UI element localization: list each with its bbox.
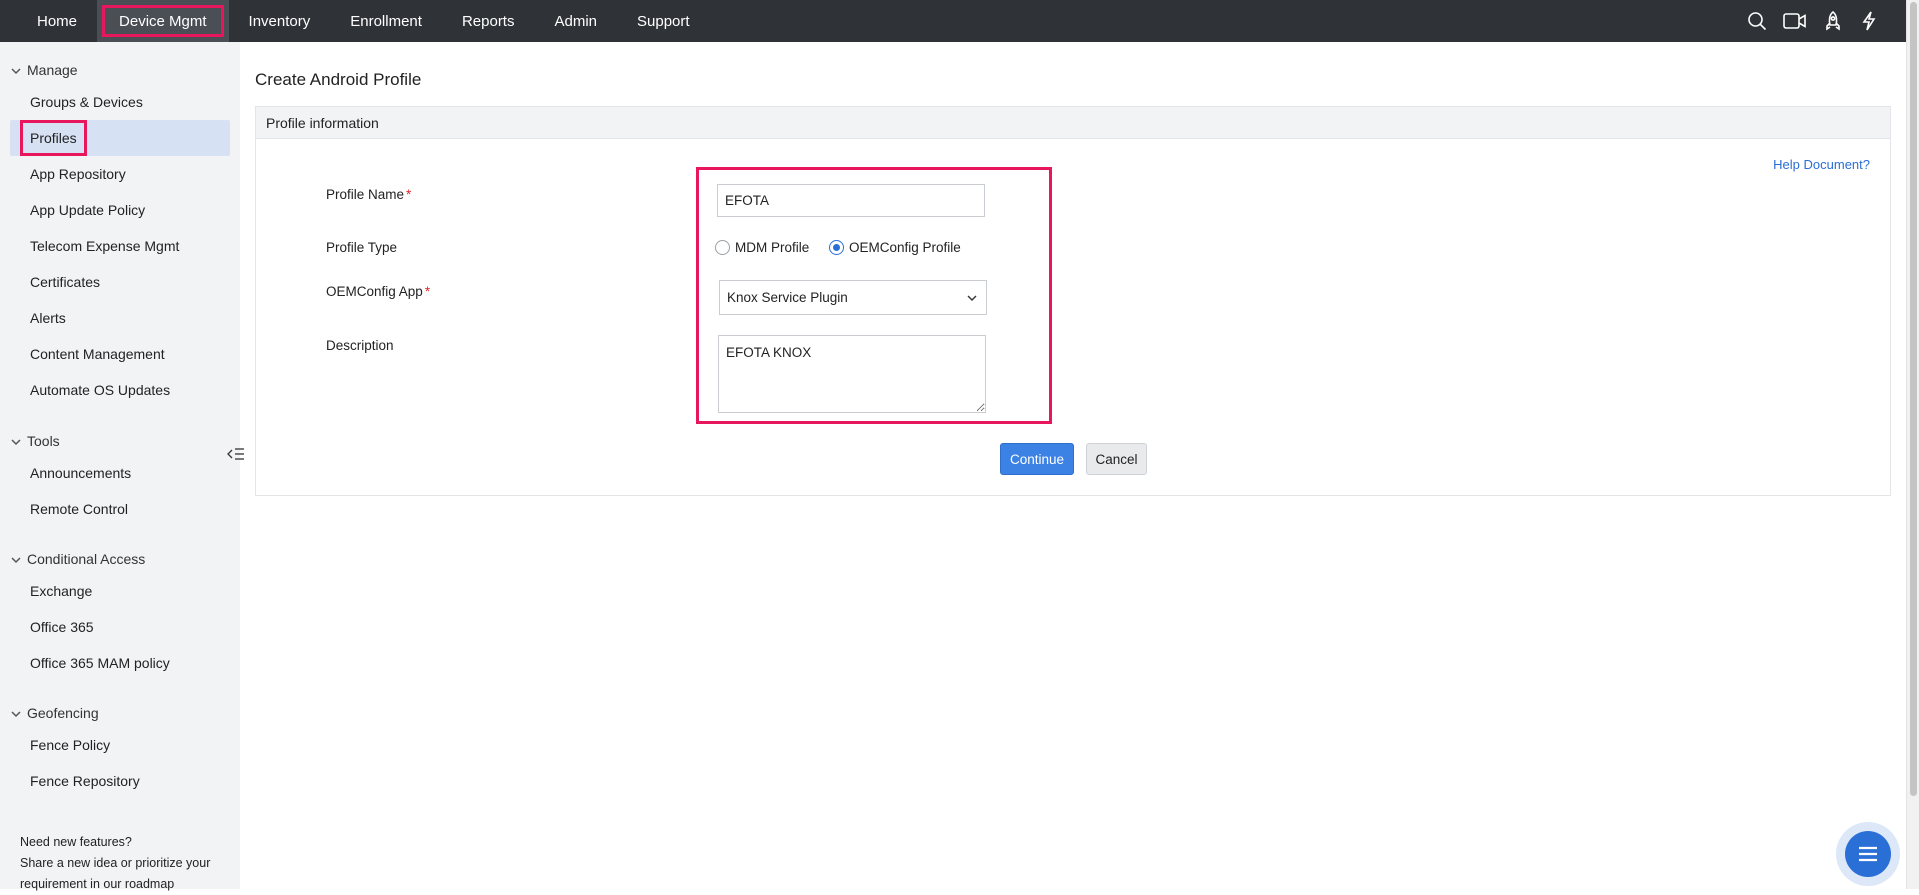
nav-home[interactable]: Home bbox=[0, 0, 97, 42]
profile-type-label: Profile Type bbox=[326, 240, 398, 255]
radio-mdm-label: MDM Profile bbox=[735, 240, 810, 255]
nav-inventory[interactable]: Inventory bbox=[229, 0, 331, 42]
chevron-down-icon bbox=[10, 553, 22, 565]
sidebar-item-label: Office 365 bbox=[30, 619, 94, 635]
collapse-sidebar-icon[interactable] bbox=[226, 444, 246, 464]
sidebar-item-groups-devices[interactable]: Groups & Devices bbox=[10, 84, 230, 120]
sidebar-item-label: Announcements bbox=[30, 465, 132, 481]
page-title: Create Android Profile bbox=[255, 70, 422, 89]
sidebar-item-alerts[interactable]: Alerts bbox=[10, 300, 230, 336]
sidebar-item-office365[interactable]: Office 365 bbox=[10, 609, 230, 645]
oemconfig-selected-value: Knox Service Plugin bbox=[727, 290, 848, 305]
profile-name-input[interactable] bbox=[717, 184, 985, 217]
oemconfig-app-select[interactable]: Knox Service Plugin bbox=[719, 280, 987, 315]
sidebar-item-certificates[interactable]: Certificates bbox=[10, 264, 230, 300]
sidebar-item-label: App Repository bbox=[30, 166, 126, 182]
chevron-down-icon bbox=[10, 435, 22, 447]
lightning-icon[interactable] bbox=[1858, 10, 1880, 32]
chevron-down-icon bbox=[10, 707, 22, 719]
panel-header: Profile information bbox=[256, 107, 1890, 139]
sidebar-item-label: Fence Policy bbox=[30, 737, 111, 753]
page-scrollbar[interactable] bbox=[1906, 0, 1919, 889]
roadmap-footer[interactable]: Need new features? Share a new idea or p… bbox=[20, 832, 230, 895]
cancel-button[interactable]: Cancel bbox=[1086, 443, 1147, 475]
sidebar-item-automate-os-updates[interactable]: Automate OS Updates bbox=[10, 372, 230, 408]
oemconfig-label-text: OEMConfig App bbox=[326, 284, 423, 299]
nav-reports[interactable]: Reports bbox=[442, 0, 535, 42]
sidebar-item-label: Fence Repository bbox=[30, 773, 140, 789]
sidebar-item-label: Profiles bbox=[20, 120, 87, 156]
required-mark: * bbox=[424, 284, 431, 299]
nav-admin[interactable]: Admin bbox=[534, 0, 617, 42]
sidebar-item-label: Certificates bbox=[30, 274, 101, 290]
rocket-icon[interactable] bbox=[1822, 10, 1844, 32]
profile-name-label-text: Profile Name bbox=[326, 187, 405, 202]
sidebar-item-exchange[interactable]: Exchange bbox=[10, 573, 230, 609]
profile-name-label: Profile Name * bbox=[326, 187, 411, 202]
sidebar-item-label: Exchange bbox=[30, 583, 93, 599]
sidebar-item-content-management[interactable]: Content Management bbox=[10, 336, 230, 372]
sidebar-item-announcements[interactable]: Announcements bbox=[10, 455, 230, 491]
section-conditional-access[interactable]: Conditional Access bbox=[10, 551, 145, 567]
menu-icon bbox=[1845, 831, 1891, 877]
radio-button-checked[interactable] bbox=[829, 240, 844, 255]
profile-info-panel: Profile information Help Document? Profi… bbox=[255, 106, 1891, 496]
continue-button[interactable]: Continue bbox=[1000, 443, 1074, 475]
video-icon[interactable] bbox=[1782, 10, 1808, 32]
sidebar-item-remote-control[interactable]: Remote Control bbox=[10, 491, 230, 527]
help-document-link[interactable]: Help Document? bbox=[1773, 157, 1870, 172]
sidebar: Manage Groups & Devices Profiles App Rep… bbox=[0, 42, 240, 891]
nav-device-mgmt[interactable]: Device Mgmt bbox=[97, 0, 229, 42]
section-tools-label: Tools bbox=[27, 433, 60, 449]
required-mark: * bbox=[406, 187, 412, 202]
description-label: Description bbox=[326, 338, 394, 353]
section-manage[interactable]: Manage bbox=[10, 62, 78, 78]
sidebar-item-label: App Update Policy bbox=[30, 202, 146, 218]
radio-button[interactable] bbox=[715, 240, 730, 255]
sidebar-item-label: Groups & Devices bbox=[30, 94, 143, 110]
sidebar-item-office365-mam[interactable]: Office 365 MAM policy bbox=[10, 645, 230, 681]
sidebar-item-label: Alerts bbox=[30, 310, 66, 326]
sidebar-item-app-repository[interactable]: App Repository bbox=[10, 156, 230, 192]
description-textarea[interactable]: EFOTA KNOX bbox=[718, 335, 986, 413]
roadmap-footer-line3: requirement in our roadmap bbox=[20, 877, 175, 891]
radio-mdm-profile[interactable]: MDM Profile bbox=[715, 240, 809, 255]
section-geofencing-label: Geofencing bbox=[27, 705, 99, 721]
radio-oem-label: OEMConfig Profile bbox=[849, 240, 961, 255]
roadmap-footer-line2: Share a new idea or prioritize your bbox=[20, 856, 211, 870]
sidebar-item-label: Content Management bbox=[30, 346, 165, 362]
radio-oemconfig-profile[interactable]: OEMConfig Profile bbox=[829, 240, 961, 255]
chevron-down-icon bbox=[10, 64, 22, 76]
top-navigation-bar: Home Device Mgmt Inventory Enrollment Re… bbox=[0, 0, 1906, 42]
sidebar-item-app-update-policy[interactable]: App Update Policy bbox=[10, 192, 230, 228]
nav-enrollment[interactable]: Enrollment bbox=[330, 0, 442, 42]
sidebar-item-label: Telecom Expense Mgmt bbox=[30, 238, 180, 254]
section-geofencing[interactable]: Geofencing bbox=[10, 705, 99, 721]
sidebar-item-label: Automate OS Updates bbox=[30, 382, 171, 398]
sidebar-item-telecom-expense[interactable]: Telecom Expense Mgmt bbox=[10, 228, 230, 264]
sidebar-item-label: Remote Control bbox=[30, 501, 129, 517]
sidebar-item-fence-repository[interactable]: Fence Repository bbox=[10, 763, 230, 799]
oemconfig-app-label: OEMConfig App * bbox=[326, 284, 430, 299]
roadmap-footer-line1: Need new features? bbox=[20, 835, 132, 849]
nav-icon-group bbox=[1746, 0, 1880, 42]
section-conditional-label: Conditional Access bbox=[27, 551, 146, 567]
scrollbar-thumb[interactable] bbox=[1910, 2, 1917, 796]
sidebar-item-profiles[interactable]: Profiles bbox=[10, 120, 230, 156]
nav-support[interactable]: Support bbox=[617, 0, 710, 42]
section-manage-label: Manage bbox=[27, 62, 78, 78]
floating-menu-button[interactable] bbox=[1836, 822, 1900, 886]
sidebar-item-label: Office 365 MAM policy bbox=[30, 655, 170, 671]
search-icon[interactable] bbox=[1746, 10, 1768, 32]
section-tools[interactable]: Tools bbox=[10, 433, 60, 449]
chevron-down-icon bbox=[966, 292, 978, 304]
sidebar-item-fence-policy[interactable]: Fence Policy bbox=[10, 727, 230, 763]
